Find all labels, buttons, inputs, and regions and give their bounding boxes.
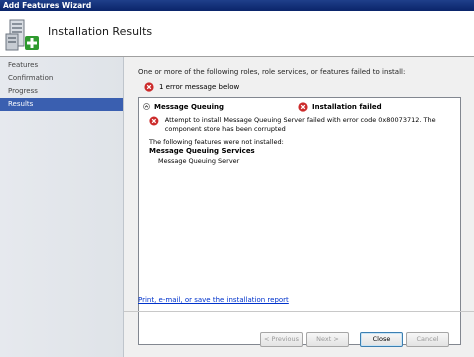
next-button[interactable]: Next > bbox=[306, 332, 349, 347]
wizard-header: Installation Results bbox=[0, 11, 474, 57]
results-panel[interactable]: Message Queuing Installation failed Atte… bbox=[138, 97, 461, 345]
error-detail-text: Attempt to install Message Queuing Serve… bbox=[164, 116, 436, 133]
service-title: Message Queuing Services bbox=[149, 147, 255, 155]
error-icon bbox=[298, 102, 308, 112]
feature-result-row: Message Queuing Installation failed bbox=[143, 102, 458, 113]
sidebar-item-results[interactable]: Results bbox=[0, 98, 123, 111]
close-button[interactable]: Close bbox=[360, 332, 403, 347]
collapse-icon[interactable] bbox=[143, 103, 150, 110]
sidebar-item-progress[interactable]: Progress bbox=[0, 85, 123, 98]
main-content: One or more of the following roles, role… bbox=[124, 57, 474, 357]
error-count-text: 1 error message below bbox=[159, 83, 240, 91]
status-text: Installation failed bbox=[312, 103, 382, 111]
not-installed-label: The following features were not installe… bbox=[149, 138, 284, 146]
sidebar-item-features[interactable]: Features bbox=[0, 59, 123, 72]
error-summary: 1 error message below bbox=[144, 82, 239, 92]
service-item: Message Queuing Server bbox=[158, 157, 240, 165]
sidebar-item-confirmation[interactable]: Confirmation bbox=[0, 72, 123, 85]
error-icon bbox=[144, 82, 154, 92]
window-title: Add Features Wizard bbox=[3, 1, 92, 10]
footer-divider bbox=[124, 311, 474, 312]
page-title: Installation Results bbox=[48, 25, 153, 38]
window-title-bar: Add Features Wizard bbox=[0, 0, 474, 11]
feature-name: Message Queuing bbox=[154, 103, 225, 111]
status-badge: Installation failed bbox=[298, 102, 382, 112]
intro-text: One or more of the following roles, role… bbox=[138, 68, 406, 76]
server-add-feature-icon bbox=[5, 19, 39, 51]
previous-button[interactable]: < Previous bbox=[260, 332, 303, 347]
installation-report-link[interactable]: Print, e-mail, or save the installation … bbox=[138, 296, 289, 304]
wizard-steps-sidebar: Features Confirmation Progress Results bbox=[0, 57, 124, 357]
error-icon bbox=[149, 116, 159, 126]
cancel-button[interactable]: Cancel bbox=[406, 332, 449, 347]
error-detail: Attempt to install Message Queuing Serve… bbox=[149, 116, 449, 134]
